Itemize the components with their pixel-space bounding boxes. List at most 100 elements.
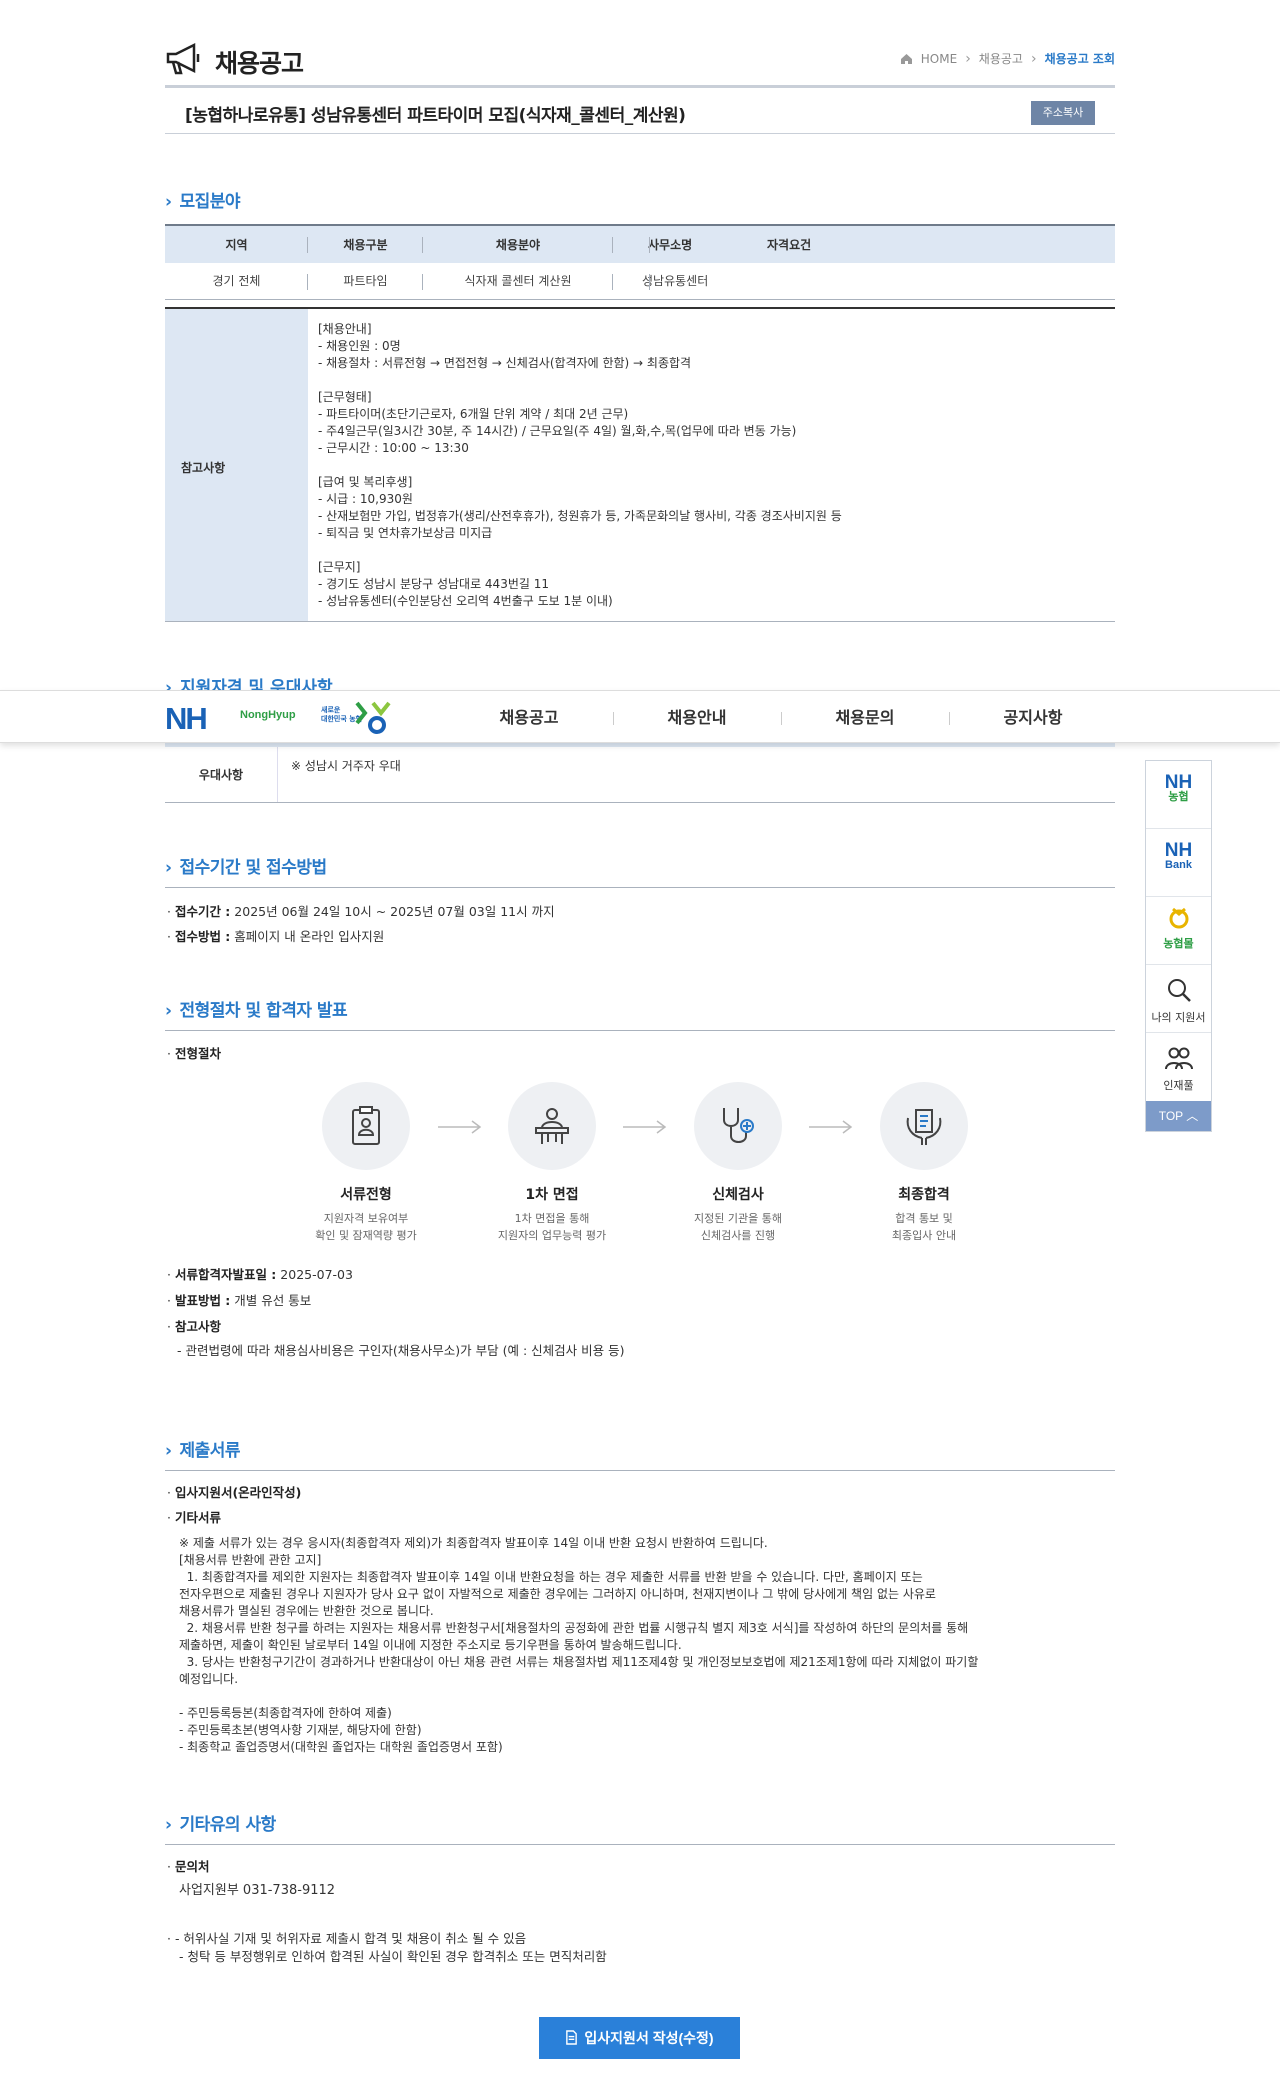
quick-link-nhbank[interactable]: NH Bank [1146,829,1211,897]
breadcrumb-home[interactable]: HOME [921,52,957,66]
copy-url-button[interactable]: 주소복사 [1031,101,1095,125]
document-item: · 입사지원서(온라인작성) [167,1485,302,1500]
apply-button[interactable]: 입사지원서 작성(수정) [539,2017,740,2059]
quick-menu: NH 농협 NH Bank 농협몰 나의 지원서 인재풀 TOP ︿ [1145,760,1212,1132]
notes-box: 참고사항 [채용안내] - 채용인원 : 0명 - 채용절차 : 서류전형 → … [165,307,1115,622]
etc-note: - 청탁 등 부정행위로 인하여 합격된 사실이 확인된 경우 합격취소 또는 … [179,1949,607,1964]
breadcrumb: HOME › 채용공고 › 채용공고 조회 [900,50,1115,67]
step-icon-circle [322,1082,410,1170]
announce-method-info: · 발표방법 : 개별 유선 통보 [167,1293,312,1308]
section-divider [165,1030,1115,1031]
table-cell: 성남유통센터 [613,263,813,300]
chevron-right-icon: › [165,858,172,878]
quick-link-nonghyup[interactable]: NH 농협 [1146,761,1211,829]
search-icon [1167,979,1191,1002]
main-menu: 채용공고 채용안내 채용문의 공지사항 [445,691,1117,744]
step-icon-circle [694,1082,782,1170]
announce-date-info: · 서류합격자발표일 : 2025-07-03 [167,1267,353,1282]
document-edit-icon [566,2030,578,2045]
menu-item-notice[interactable]: 공지사항 [949,691,1117,744]
job-title-bar: [농협하나로유통] 성남유통센터 파트타이머 모집(식자재_콜센터_계산원) 주… [165,90,1115,134]
chevron-right-icon: › [165,1815,172,1835]
preference-row: 우대사항 ※ 성남시 거주자 우대 [165,747,1115,803]
step-name: 서류전형 [340,1187,392,1203]
page-header: 채용공고 HOME › 채용공고 › 채용공고 조회 [165,40,1115,88]
process-step: 최종합격 합격 통보 및 최종입사 안내 [834,1082,1014,1244]
step-name: 1차 면접 [525,1187,579,1203]
chevron-right-icon: › [165,1001,172,1021]
menu-item-inquiry[interactable]: 채용문의 [781,691,949,744]
process-step: 서류전형 지원자격 보유여부 확인 및 잠재역량 평가 [276,1082,456,1244]
step-name: 신체검사 [712,1187,764,1203]
method-info: · 접수방법 : 홈페이지 내 온라인 입사지원 [167,929,385,944]
section-title-documents: › 제출서류 [165,1441,241,1461]
notes-body: [채용안내] - 채용인원 : 0명 - 채용절차 : 서류전형 → 면접전형 … [318,322,842,608]
step-icon-circle [880,1082,968,1170]
top-navigation: NH NongHyup 새로운 대한민국 농협 채용공고 채용안내 채용문의 공지… [0,690,1280,743]
mall-label: 농협몰 [1163,937,1194,950]
talent-pool-label: 인재풀 [1163,1079,1194,1092]
section-title-period: › 접수기간 및 접수방법 [165,858,327,878]
interview-icon [535,1108,569,1144]
section-title-etc: › 기타유의 사항 [165,1815,276,1835]
table-cell: 경기 전체 [165,263,308,300]
nh-bank-logo: NH Bank [1164,840,1193,871]
table-header: 채용구분 [308,224,423,263]
page-title: 채용공고 [215,49,304,78]
nh-logo[interactable]: NH [165,701,208,737]
table-cell: 식자재 콜센터 계산원 [423,263,613,300]
chevron-right-icon: › [165,1441,172,1461]
chevron-up-icon: ︿ [1186,1109,1199,1123]
section-title-recruit: › 모집분야 [165,192,241,212]
home-icon[interactable] [900,53,913,65]
nonghyup-logo-text: NongHyup [240,709,296,721]
process-label: · 전형절차 [167,1046,221,1061]
section-divider [165,1844,1115,1845]
certificate-laurel-icon [906,1109,942,1145]
nonghyup-mall-icon [1169,907,1188,929]
process-step: 1차 면접 1차 면접을 통해 지원자의 업무능력 평가 [462,1082,642,1244]
step-name: 최종합격 [898,1187,950,1203]
menu-item-guide[interactable]: 채용안내 [613,691,781,744]
table-cell [813,263,1115,300]
section-title-process: › 전형절차 및 합격자 발표 [165,1001,348,1021]
preference-value: ※ 성남시 거주자 우대 [291,759,401,773]
chevron-right-icon: › [165,192,172,212]
menu-item-recruit[interactable]: 채용공고 [445,691,613,744]
step-icon-circle [508,1082,596,1170]
document-detail: ※ 제출 서류가 있는 경우 응시자(최종합격자 제외)가 최종합격자 발표이후… [179,1536,979,1754]
process-ref-label: · 참고사항 [167,1319,221,1334]
nonghyup-symbol-icon [355,701,391,734]
quick-link-mall[interactable]: 농협몰 [1146,897,1211,965]
nh-nonghyup-logo: NH 농협 [1164,772,1193,803]
contact-value: 사업지원부 031-738-9112 [179,1883,336,1898]
breadcrumb-recruit[interactable]: 채용공고 [979,50,1023,67]
period-info: · 접수기간 : 2025년 06월 24일 10시 ~ 2025년 07월 0… [167,904,555,919]
section-divider [165,887,1115,888]
table-header: 채용분야 [423,224,613,263]
notes-label: 참고사항 [165,309,308,621]
process-step: 신체검사 지정된 기관을 통해 신체검사를 진행 [648,1082,828,1244]
section-divider [165,1470,1115,1471]
chevron-right-icon: › [1030,50,1037,67]
step-desc: 합격 통보 및 최종입사 안내 [891,1212,957,1242]
table-header: 지역 [165,224,308,263]
people-icon [1164,1047,1193,1070]
quick-link-talent-pool[interactable]: 인재풀 [1146,1033,1211,1101]
table-header-row: 지역 채용구분 채용분야 사무소명 자격요건 [165,224,1115,263]
recruit-table: 지역 채용구분 채용분야 사무소명 자격요건 경기 전체 파트타임 식자재 콜센… [165,224,1115,300]
contact-label: · 문의처 [167,1859,210,1874]
step-desc: 1차 면접을 통해 지원자의 업무능력 평가 [497,1212,607,1242]
step-desc: 지정된 기관을 통해 신체검사를 진행 [694,1212,782,1242]
stethoscope-icon [723,1108,754,1143]
megaphone-icon [166,42,200,75]
table-row: 경기 전체 파트타임 식자재 콜센터 계산원 성남유통센터 [165,263,1115,300]
preference-label: 우대사항 [165,747,278,802]
etc-note: · - 허위사실 기재 및 허위자료 제출시 합격 및 채용이 취소 될 수 있… [167,1931,527,1946]
quick-link-my-application[interactable]: 나의 지원서 [1146,965,1211,1033]
scroll-top-button[interactable]: TOP ︿ [1146,1101,1211,1131]
chevron-right-icon: › [965,50,971,67]
document-review-icon [352,1106,380,1145]
table-cell: 파트타임 [308,263,423,300]
job-title: [농협하나로유통] 성남유통센터 파트타이머 모집(식자재_콜센터_계산원) [185,106,686,126]
